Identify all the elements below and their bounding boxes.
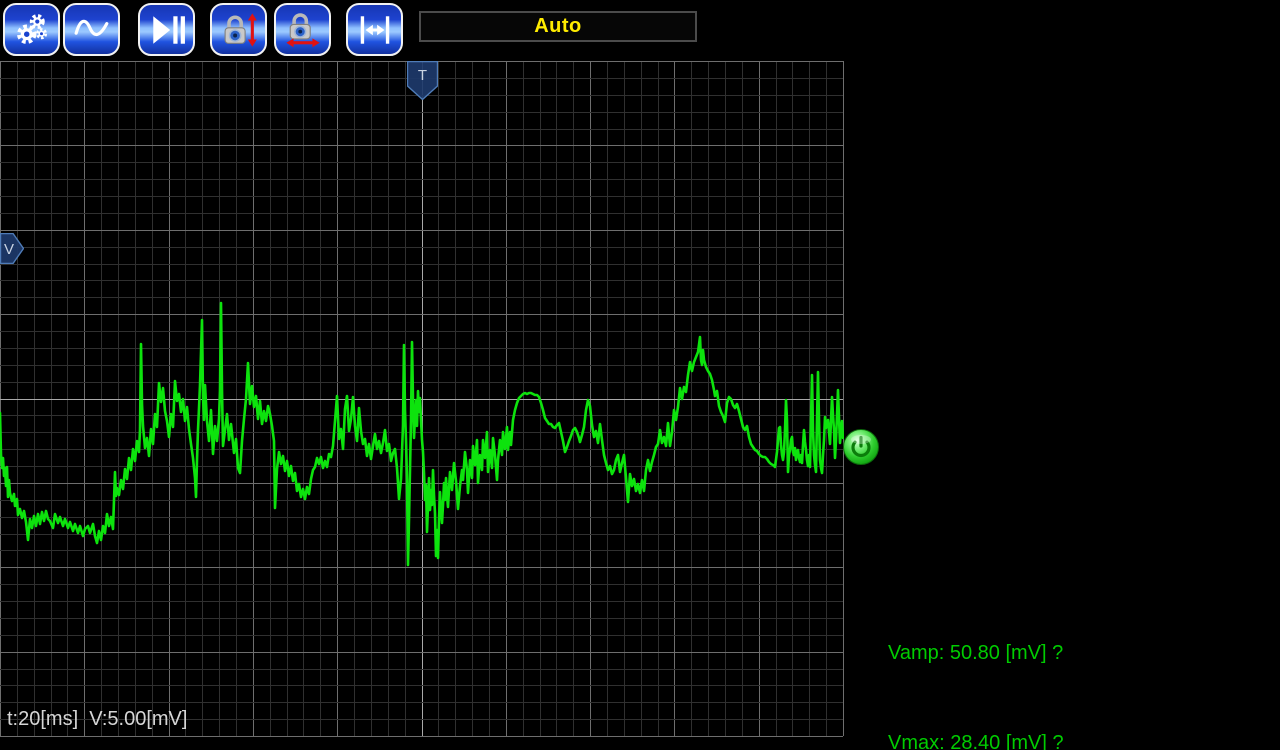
- sine-wave-icon: [72, 11, 112, 49]
- horizontal-arrow: [286, 38, 319, 47]
- vertical-arrow: [247, 13, 256, 46]
- gears-icon: [13, 11, 51, 49]
- trigger-level-marker[interactable]: V: [0, 233, 24, 264]
- time-measure-button[interactable]: [346, 3, 403, 56]
- measurement-vmax: Vmax: 28.40 [mV] ?: [888, 728, 1065, 750]
- lock-horizontal-arrow-icon: [283, 10, 323, 50]
- trigger-time-marker[interactable]: T: [407, 61, 438, 100]
- measurement-vamp: Vamp: 50.80 [mV] ?: [888, 638, 1065, 668]
- play-pause-icon: [148, 11, 186, 49]
- lock-vertical-scale-button[interactable]: [210, 3, 267, 56]
- power-button[interactable]: [842, 428, 880, 466]
- lock-vertical-arrow-icon: [219, 10, 259, 50]
- run-pause-button[interactable]: [138, 3, 195, 56]
- scope-view[interactable]: T V t:20[ms] V:5.00[mV]: [0, 0, 844, 750]
- waveform-trace: [0, 303, 843, 565]
- level-marker-label: V: [4, 241, 14, 258]
- power-icon: [844, 430, 879, 465]
- trigger-marker-label: T: [418, 67, 427, 84]
- trigger-mode-display[interactable]: Auto: [419, 11, 697, 42]
- lock-horizontal-scale-button[interactable]: [274, 3, 331, 56]
- scope-canvas: [0, 0, 844, 750]
- settings-button[interactable]: [3, 3, 60, 56]
- width-arrows-icon: [356, 11, 394, 49]
- measurements-panel: Vamp: 50.80 [mV] ? Vmax: 28.40 [mV] ? Vm…: [888, 578, 1065, 750]
- oscilloscope-app: T V t:20[ms] V:5.00[mV]: [0, 0, 1280, 750]
- scale-readout: t:20[ms] V:5.00[mV]: [7, 708, 187, 731]
- waveform-source-button[interactable]: [63, 3, 120, 56]
